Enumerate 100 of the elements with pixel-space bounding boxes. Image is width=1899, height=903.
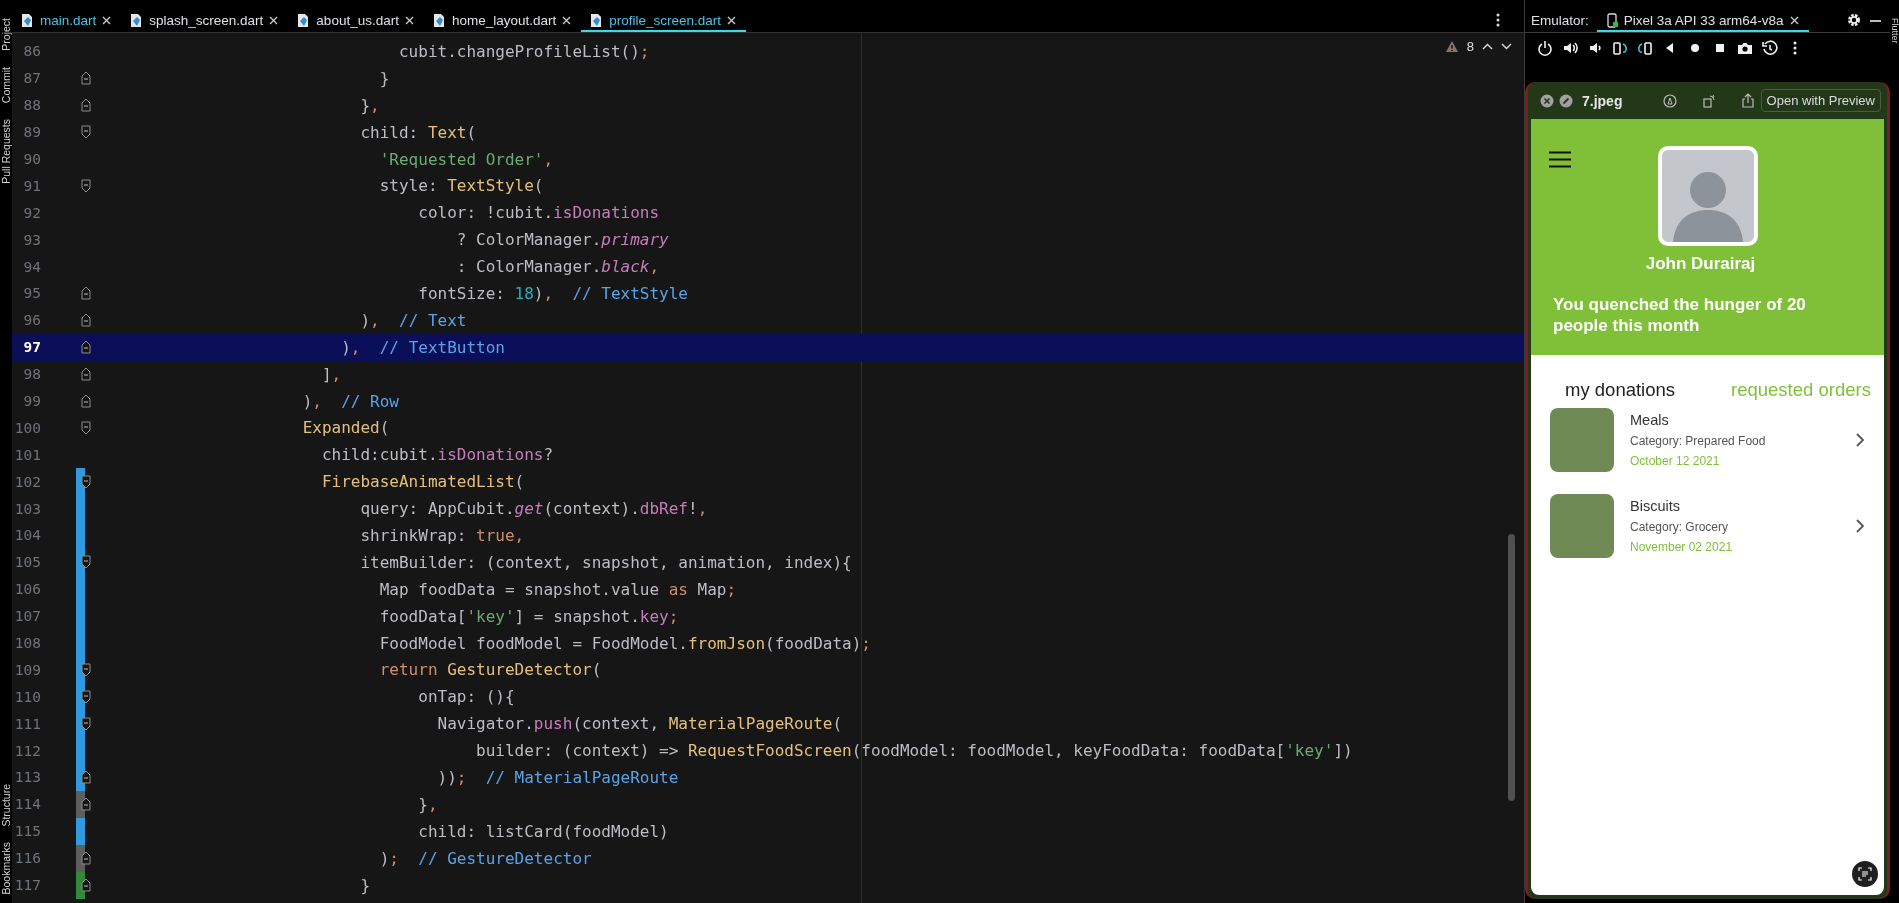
- list-tab[interactable]: my donations: [1565, 372, 1676, 408]
- fold-marker-icon[interactable]: [81, 689, 91, 704]
- fold-marker-icon[interactable]: [81, 851, 91, 866]
- chevron-right-icon[interactable]: [1856, 519, 1864, 533]
- close-icon[interactable]: [102, 15, 112, 25]
- markup-pen-icon[interactable]: [1663, 93, 1678, 108]
- phone-icon: [1606, 12, 1618, 28]
- line-number: 93: [22, 231, 41, 248]
- fold-marker-icon[interactable]: [81, 313, 91, 328]
- chevron-down-icon[interactable]: [1501, 43, 1512, 50]
- impact-message: You quenched the hunger of 20 people this month: [1553, 294, 1807, 336]
- line-number: 102: [13, 473, 41, 490]
- code-line: query: AppCubit.get(context).dbRef!,: [359, 499, 708, 519]
- line-number: 98: [22, 366, 41, 383]
- power-icon[interactable]: [1537, 39, 1553, 56]
- file-tab[interactable]: about_us.dart: [288, 8, 424, 32]
- dart-file-icon: [129, 12, 144, 28]
- fold-marker-icon[interactable]: [81, 555, 91, 570]
- food-photo-placeholder: [1550, 408, 1614, 472]
- share-icon[interactable]: [1741, 93, 1756, 108]
- fold-marker-icon[interactable]: [81, 71, 91, 86]
- code-line: foodData['key'] = snapshot.key;: [378, 606, 679, 626]
- code-line: return GestureDetector(: [378, 660, 602, 680]
- item-category: Category: Prepared Food: [1630, 434, 1766, 448]
- chevron-up-icon[interactable]: [1482, 43, 1493, 50]
- fold-marker-icon[interactable]: [81, 716, 91, 731]
- problem-count: 8: [1466, 39, 1474, 54]
- menu-icon[interactable]: [1549, 151, 1571, 168]
- code-line: child:cubit.isDonations?: [320, 445, 554, 465]
- code-line: },: [359, 95, 380, 115]
- settings-icon[interactable]: [1847, 13, 1861, 27]
- code-line: ); // GestureDetector: [378, 848, 592, 868]
- code-line: ), // Text: [359, 310, 467, 330]
- rotate-left-icon[interactable]: [1612, 39, 1628, 56]
- code-line: 'Requested Order',: [378, 149, 554, 169]
- fold-marker-icon[interactable]: [81, 420, 91, 435]
- fold-marker-icon[interactable]: [81, 662, 91, 677]
- line-number: 107: [13, 608, 41, 625]
- line-number: 115: [13, 823, 41, 840]
- code-line: shrinkWrap: true,: [359, 525, 525, 545]
- close-icon[interactable]: [727, 15, 737, 25]
- line-number: 114: [13, 796, 41, 813]
- open-with-preview-button[interactable]: Open with Preview: [1760, 89, 1881, 112]
- rotate-icon[interactable]: [1702, 93, 1717, 108]
- fold-marker-icon[interactable]: [81, 340, 91, 355]
- fold-marker-icon[interactable]: [81, 178, 91, 193]
- dart-file-icon: [589, 12, 604, 28]
- food-photo-placeholder: [1550, 494, 1614, 558]
- fold-marker-icon[interactable]: [81, 770, 91, 785]
- code-line: onTap: (){: [417, 687, 515, 707]
- fold-marker-icon[interactable]: [81, 286, 91, 301]
- close-icon[interactable]: [562, 15, 572, 25]
- line-number: 117: [13, 877, 41, 894]
- file-tab[interactable]: main.dart: [12, 8, 122, 32]
- tool-window-tab[interactable]: Structure: [0, 783, 12, 827]
- line-number: 106: [13, 581, 41, 598]
- code-line: FirebaseAnimatedList(: [320, 472, 525, 492]
- fold-marker-icon[interactable]: [81, 474, 91, 489]
- chevron-right-icon[interactable]: [1856, 433, 1864, 447]
- close-circle-icon[interactable]: [1540, 93, 1554, 108]
- code-line: builder: (context) => RequestFoodScreen(foodModel: foodModel, keyFoodData: foodData['key']): [475, 741, 1353, 761]
- fold-marker-icon[interactable]: [81, 878, 91, 893]
- item-title: Meals: [1630, 412, 1670, 428]
- item-category: Category: Grocery: [1630, 520, 1730, 534]
- file-tab[interactable]: splash_screen.dart: [121, 8, 289, 32]
- fold-marker-icon[interactable]: [81, 797, 91, 812]
- dart-file-icon: [296, 12, 311, 28]
- tool-window-tab[interactable]: Commit: [0, 66, 12, 103]
- volume-up-icon[interactable]: [1562, 39, 1578, 56]
- tool-window-tab[interactable]: Project: [0, 18, 12, 51]
- line-number: 108: [13, 635, 41, 652]
- file-tab[interactable]: home_layout.dart: [423, 8, 582, 32]
- close-icon[interactable]: [404, 15, 414, 25]
- tool-window-tab[interactable]: Pull Requests: [0, 118, 12, 184]
- fold-marker-icon[interactable]: [81, 98, 91, 113]
- line-number: 89: [22, 124, 41, 141]
- more-icon[interactable]: [1496, 13, 1500, 27]
- line-number: 96: [22, 312, 41, 329]
- circle-slash-icon[interactable]: [1559, 93, 1573, 108]
- code-line: ), // Row: [301, 391, 399, 411]
- device-tab[interactable]: Pixel 3a API 33 arm64-v8a: [1596, 8, 1809, 32]
- fold-marker-icon[interactable]: [81, 367, 91, 382]
- snapshot-icon[interactable]: [1762, 39, 1778, 56]
- fold-marker-icon[interactable]: [81, 125, 91, 140]
- window-title: 7.jpeg: [1582, 92, 1623, 109]
- line-number: 86: [22, 43, 41, 60]
- code-line: ? ColorManager.primary: [455, 230, 669, 250]
- line-number: 90: [22, 151, 41, 167]
- scrollbar-thumb[interactable]: [1508, 534, 1515, 801]
- fold-marker-icon[interactable]: [81, 394, 91, 408]
- close-icon[interactable]: [269, 15, 279, 25]
- tool-window-tab[interactable]: Bookmarks: [0, 842, 12, 895]
- rotate-right-icon[interactable]: [1637, 39, 1653, 56]
- item-date: November 02 2021: [1630, 540, 1733, 554]
- code-line: itemBuilder: (context, snapshot, animation, index){: [359, 552, 852, 572]
- line-number: 88: [22, 97, 41, 114]
- line-number: 92: [22, 204, 41, 221]
- scan-button[interactable]: [1852, 861, 1878, 887]
- line-number: 103: [13, 500, 41, 517]
- close-icon[interactable]: [1789, 15, 1799, 25]
